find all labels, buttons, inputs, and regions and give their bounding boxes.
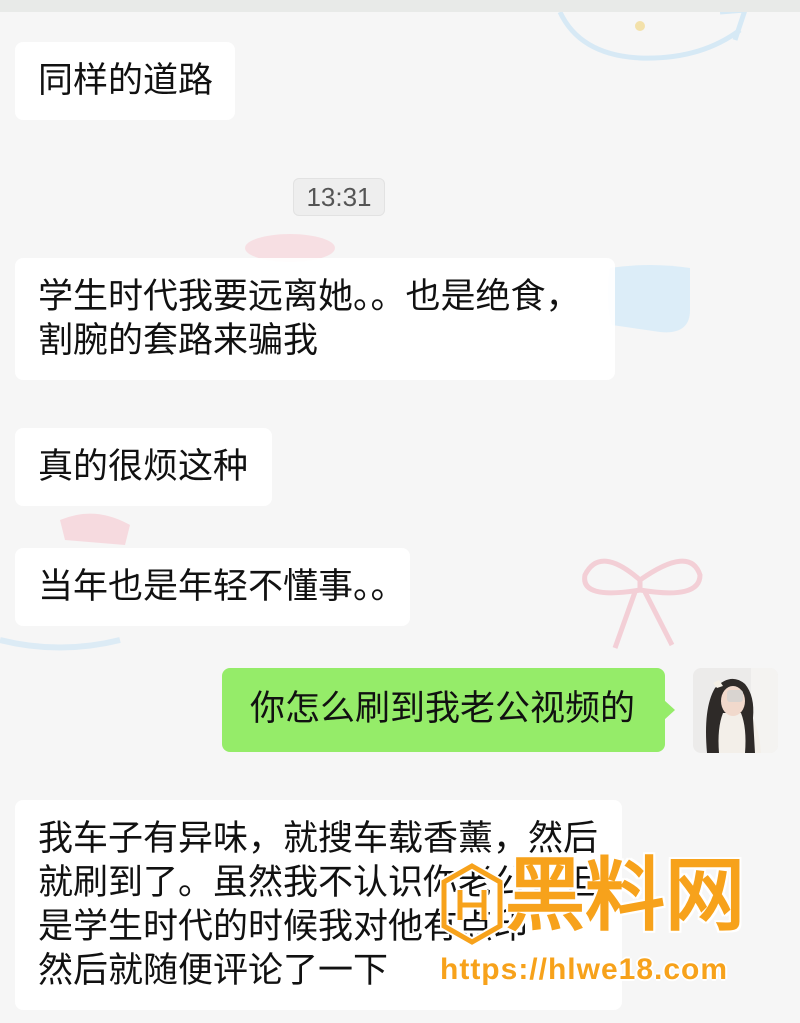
kitty-decoration-icon: [557, 7, 749, 61]
user-avatar[interactable]: [693, 668, 778, 753]
watermark-logo-icon: [440, 862, 504, 946]
pink-shape-decoration: [60, 513, 130, 545]
received-message-bubble[interactable]: 真的很烦这种: [15, 428, 272, 506]
bow-decoration-icon: [582, 558, 703, 649]
kitty-eye-icon: [635, 21, 645, 31]
message-line: 真的很烦这种: [38, 447, 249, 486]
watermark-url: https://hlwe18.com: [440, 953, 729, 986]
avatar-photo: [693, 668, 778, 753]
chat-screen: 同样的道路 13:31 学生时代我要远离她。。也是绝食， 割腕的套路来骗我 真的…: [0, 0, 800, 1023]
message-line: 同样的道路: [38, 61, 214, 100]
heart-decoration-icon: [607, 265, 690, 333]
message-line: 学生时代我要远离她。。也是绝食，: [38, 277, 581, 316]
sent-message-bubble[interactable]: 你怎么刷到我老公视频的: [222, 668, 665, 752]
watermark-brand: 黑料网: [505, 851, 745, 940]
message-line: 割腕的套路来骗我: [38, 321, 319, 360]
received-message-bubble[interactable]: 同样的道路: [15, 42, 235, 120]
sent-bubble-tail: [664, 700, 675, 720]
received-message-bubble[interactable]: 当年也是年轻不懂事。。: [15, 548, 410, 626]
message-line: 你怎么刷到我老公视频的: [250, 689, 636, 728]
top-strip: [0, 0, 800, 12]
received-message-bubble[interactable]: 学生时代我要远离她。。也是绝食， 割腕的套路来骗我: [15, 258, 615, 380]
message-line: 当年也是年轻不懂事。。: [38, 567, 406, 606]
chat-timestamp: 13:31: [293, 178, 385, 216]
blue-curve-decoration: [0, 637, 121, 651]
